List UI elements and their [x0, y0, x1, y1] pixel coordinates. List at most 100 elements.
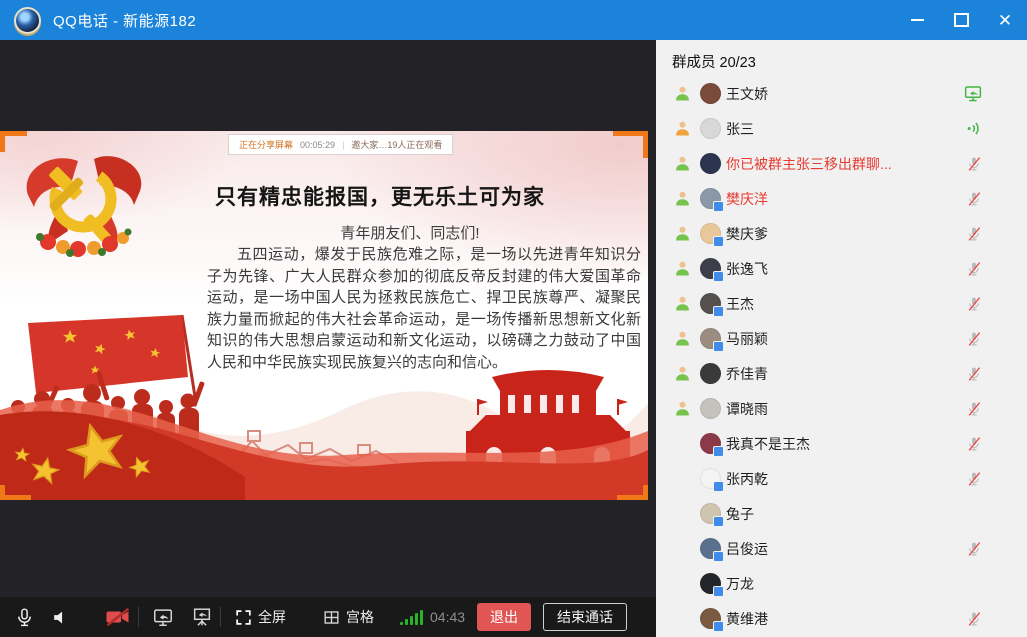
muted-mic-icon	[965, 225, 983, 243]
window-controls: ✕	[895, 0, 1027, 40]
minimize-icon	[911, 19, 924, 21]
speaker-button[interactable]	[51, 608, 70, 627]
member-row[interactable]: 万龙	[656, 566, 1027, 601]
member-row[interactable]: 你已被群主张三移出群聊...	[656, 146, 1027, 181]
mobile-badge-icon	[713, 481, 724, 492]
speaker-icon	[51, 608, 70, 627]
member-name: 乔佳青	[726, 364, 768, 384]
member-row[interactable]: 张丙乾	[656, 461, 1027, 496]
member-row[interactable]: 黄维港	[656, 601, 1027, 636]
slide-bottom-artwork	[0, 315, 648, 500]
maximize-button[interactable]	[939, 0, 983, 40]
exit-button[interactable]: 退出	[477, 603, 531, 631]
member-name: 王文娇	[726, 84, 768, 104]
sharing-screen-icon	[963, 85, 983, 103]
member-row[interactable]: 马丽颖	[656, 321, 1027, 356]
toolbar-divider	[220, 607, 221, 627]
member-name: 张逸飞	[726, 259, 768, 279]
slide-greeting: 青年朋友们、同志们!	[180, 222, 640, 243]
presence-person-icon	[674, 155, 691, 172]
member-name: 你已被群主张三移出群聊...	[726, 154, 892, 174]
close-icon: ✕	[998, 12, 1012, 29]
screen-share-icon	[152, 606, 174, 628]
member-row[interactable]: 樊庆爹	[656, 216, 1027, 251]
close-button[interactable]: ✕	[983, 0, 1027, 40]
mobile-badge-icon	[713, 621, 724, 632]
avatar	[700, 328, 721, 349]
microphone-button[interactable]	[14, 607, 35, 628]
call-duration: 04:43	[430, 609, 465, 625]
grid-icon	[322, 608, 341, 627]
muted-mic-icon	[965, 610, 983, 628]
mobile-badge-icon	[713, 201, 724, 212]
camera-off-button[interactable]	[104, 606, 131, 628]
member-row[interactable]: 樊庆洋	[656, 181, 1027, 216]
presence-person-icon	[674, 85, 691, 102]
member-name: 张三	[726, 119, 754, 139]
speaking-volume-icon	[964, 119, 983, 138]
member-row[interactable]: 王文娇	[656, 76, 1027, 111]
projector-button[interactable]	[191, 606, 213, 628]
minimize-button[interactable]	[895, 0, 939, 40]
avatar	[700, 468, 721, 489]
muted-mic-icon	[965, 435, 983, 453]
muted-mic-icon	[965, 330, 983, 348]
muted-mic-icon	[965, 295, 983, 313]
avatar	[700, 398, 721, 419]
member-name: 万龙	[726, 574, 754, 594]
muted-mic-icon	[965, 400, 983, 418]
share-status-banner: 正在分享屏幕 00:05:29 | 邀大家…19人正在观看	[228, 134, 453, 155]
presence-person-icon	[674, 365, 691, 382]
member-row[interactable]: 王杰	[656, 286, 1027, 321]
member-name: 我真不是王杰	[726, 434, 810, 454]
avatar	[700, 608, 721, 629]
fullscreen-icon	[234, 608, 253, 627]
title-bar: QQ电话 - 新能源182 ✕	[0, 0, 1027, 40]
projector-icon	[191, 606, 213, 628]
member-row[interactable]: 我真不是王杰	[656, 426, 1027, 461]
member-list: 王文娇 张三	[656, 76, 1027, 636]
window-title: QQ电话 - 新能源182	[53, 10, 196, 31]
microphone-icon	[14, 607, 35, 628]
share-region-corner	[613, 131, 648, 158]
presence-person-icon	[674, 295, 691, 312]
member-row[interactable]: 乔佳青	[656, 356, 1027, 391]
presence-person-icon	[674, 330, 691, 347]
grid-view-button[interactable]: 宫格	[322, 607, 374, 627]
grid-label: 宫格	[346, 607, 374, 627]
member-name: 吕俊运	[726, 539, 768, 559]
muted-mic-icon	[965, 470, 983, 488]
member-count-header: 群成员 20/23	[656, 40, 1027, 76]
member-panel: 群成员 20/23 王文娇	[656, 40, 1027, 637]
share-viewers: 邀大家…19人正在观看	[351, 138, 442, 151]
member-row[interactable]: 兔子	[656, 496, 1027, 531]
muted-mic-icon	[965, 540, 983, 558]
member-row[interactable]: 谭晓雨	[656, 391, 1027, 426]
share-region-corner	[0, 485, 31, 500]
member-row[interactable]: 吕俊运	[656, 531, 1027, 566]
avatar	[700, 538, 721, 559]
screen-share-button[interactable]	[152, 606, 174, 628]
muted-mic-icon	[965, 365, 983, 383]
avatar	[700, 363, 721, 384]
fullscreen-label: 全屏	[258, 607, 286, 627]
member-name: 樊庆爹	[726, 224, 768, 244]
fullscreen-button[interactable]: 全屏	[234, 607, 286, 627]
member-name: 王杰	[726, 294, 754, 314]
mobile-badge-icon	[713, 341, 724, 352]
muted-mic-icon	[965, 190, 983, 208]
presence-person-icon	[674, 260, 691, 277]
member-row[interactable]: 张三	[656, 111, 1027, 146]
end-call-button[interactable]: 结束通话	[543, 603, 627, 631]
member-name: 谭晓雨	[726, 399, 768, 419]
share-region-corner	[617, 485, 648, 500]
presence-person-icon	[674, 120, 691, 137]
share-separator: |	[342, 140, 344, 150]
member-row[interactable]: 张逸飞	[656, 251, 1027, 286]
avatar	[700, 153, 721, 174]
camera-off-icon	[104, 606, 131, 628]
member-name: 黄维港	[726, 609, 768, 629]
muted-mic-icon	[965, 260, 983, 278]
mobile-badge-icon	[713, 236, 724, 247]
signal-strength-icon	[400, 610, 423, 625]
